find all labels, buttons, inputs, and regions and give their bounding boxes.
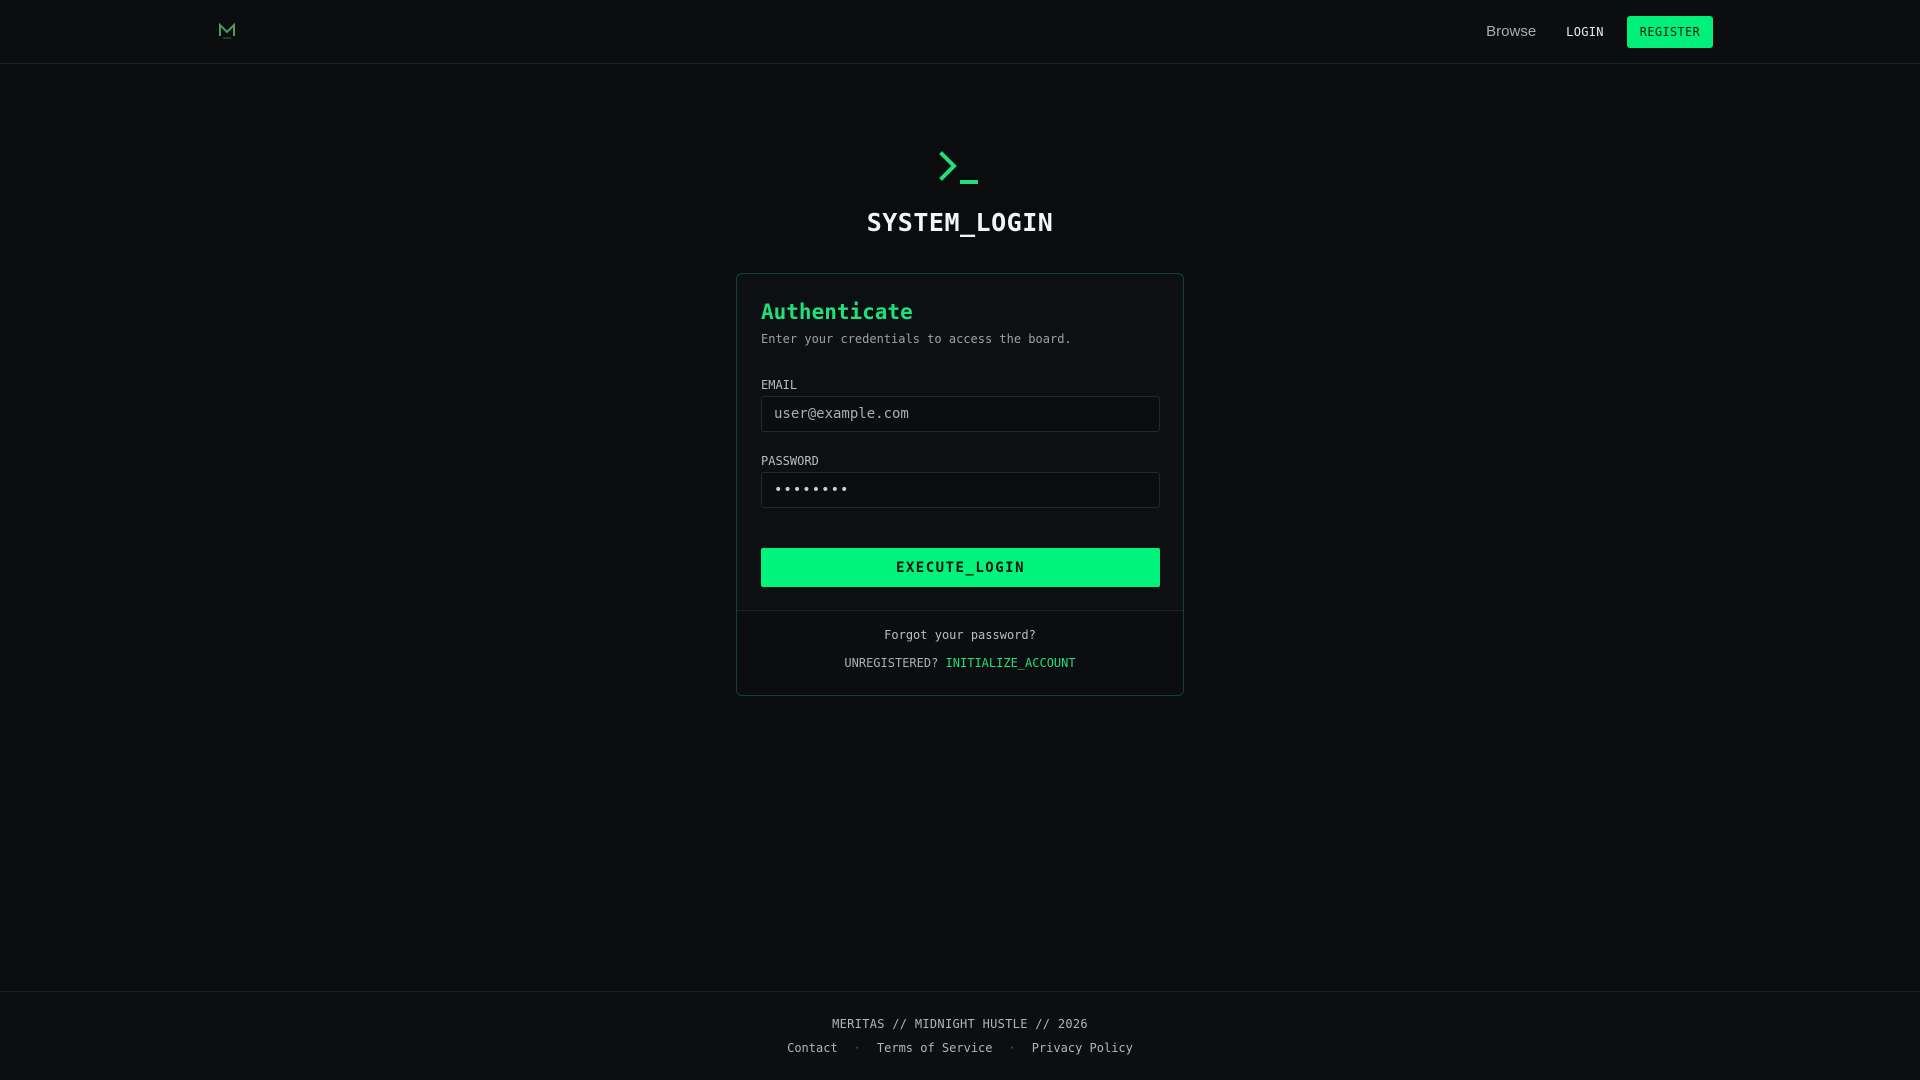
execute-login-button[interactable]: EXECUTE_LOGIN (761, 548, 1160, 587)
footer-copyright: MERITAS // MIDNIGHT HUSTLE // 2026 (832, 1017, 1088, 1031)
card-title: Authenticate (761, 300, 913, 324)
email-label: EMAIL (761, 378, 798, 392)
footer-link-contact[interactable]: Contact (787, 1041, 838, 1055)
forgot-password-link[interactable]: Forgot your password? (737, 628, 1183, 642)
m-logo-icon[interactable] (217, 21, 237, 41)
top-navbar: Browse LOGIN REGISTER (0, 0, 1920, 64)
register-prompt: UNREGISTERED? INITIALIZE_ACCOUNT (737, 656, 1183, 670)
email-field[interactable] (761, 396, 1160, 432)
terminal-prompt-icon (938, 150, 982, 188)
password-label: PASSWORD (761, 454, 819, 468)
nav-browse-link[interactable]: Browse (1486, 23, 1536, 40)
footer-separator: · (853, 1041, 861, 1055)
card-divider (737, 610, 1183, 611)
footer-links: Contact · Terms of Service · Privacy Pol… (0, 1041, 1920, 1055)
nav-login-link[interactable]: LOGIN (1566, 25, 1604, 39)
footer-link-privacy[interactable]: Privacy Policy (1032, 1041, 1133, 1055)
register-button[interactable]: REGISTER (1626, 15, 1713, 48)
login-card: Authenticate Enter your credentials to a… (736, 273, 1184, 696)
page-footer: MERITAS // MIDNIGHT HUSTLE // 2026 Conta… (0, 991, 1920, 1080)
card-footer (737, 611, 1183, 695)
initialize-account-link[interactable]: INITIALIZE_ACCOUNT (946, 656, 1076, 670)
page-title: SYSTEM_LOGIN (866, 208, 1054, 237)
footer-link-terms[interactable]: Terms of Service (877, 1041, 993, 1055)
unregistered-label: UNREGISTERED? (844, 656, 939, 670)
card-subtitle: Enter your credentials to access the boa… (761, 332, 1072, 346)
password-field[interactable] (761, 472, 1160, 508)
nav-actions: Browse LOGIN REGISTER (1486, 15, 1713, 48)
footer-separator: · (1008, 1041, 1016, 1055)
